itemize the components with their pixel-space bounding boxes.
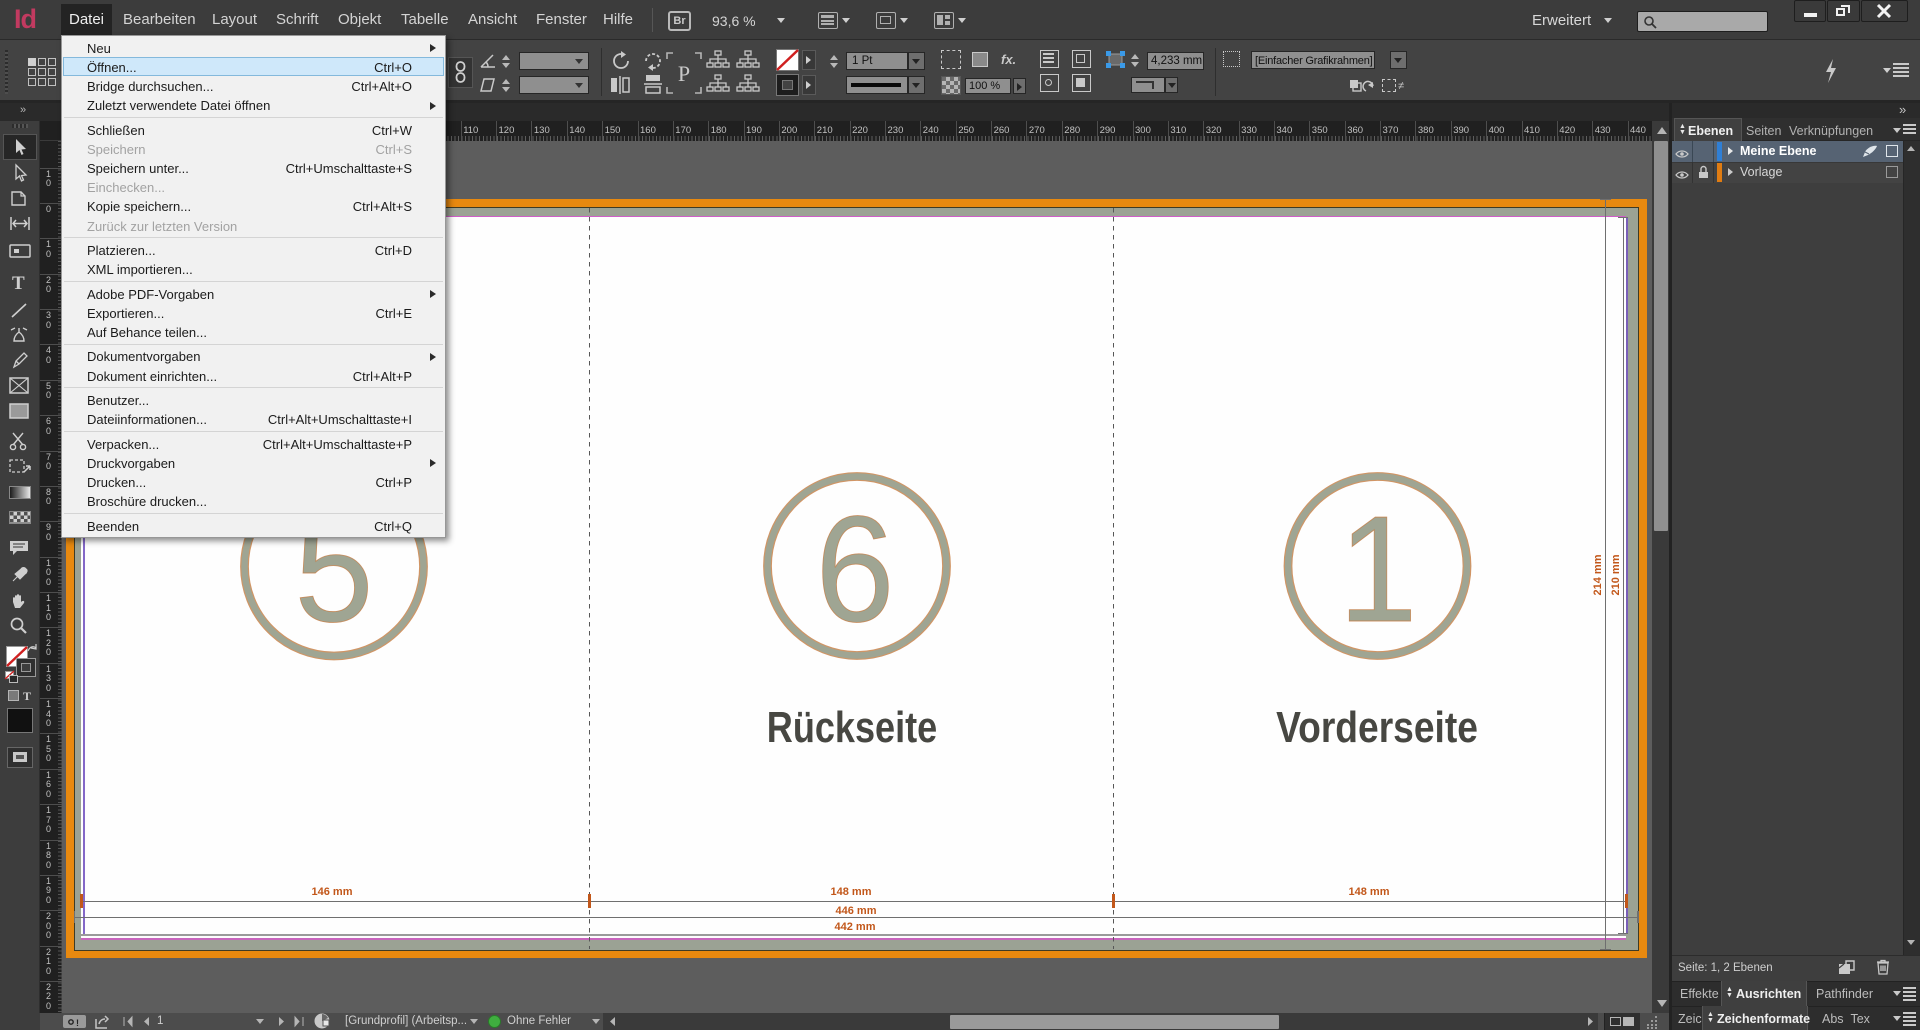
svg-text:!: ! bbox=[76, 1018, 79, 1028]
svg-text:P: P bbox=[678, 61, 690, 86]
